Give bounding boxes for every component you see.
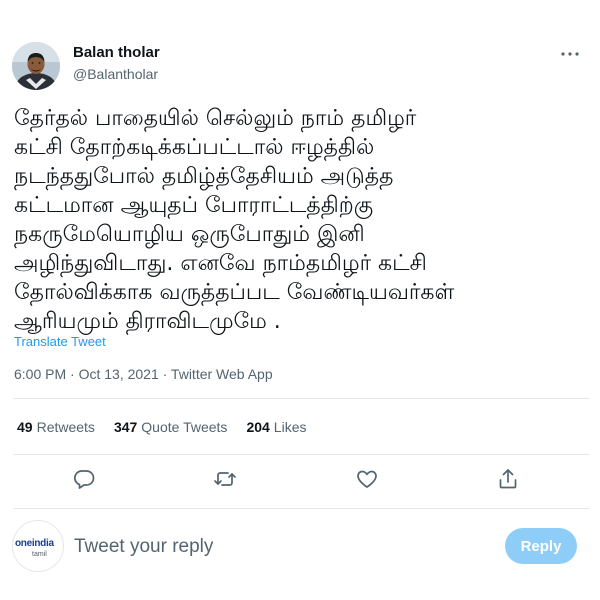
- avatar-logo-subtext: tamil: [32, 551, 47, 558]
- retweets-label: Retweets: [36, 419, 95, 435]
- retweets-stat[interactable]: 49 Retweets: [17, 419, 95, 435]
- reply-input[interactable]: [74, 534, 474, 560]
- divider: [14, 508, 590, 509]
- reply-icon[interactable]: [72, 467, 96, 491]
- divider: [14, 398, 590, 399]
- current-user-avatar[interactable]: oneindia tamil: [12, 520, 64, 572]
- quote-tweets-count: 347: [113, 419, 138, 435]
- translate-tweet-link[interactable]: Translate Tweet: [14, 334, 106, 349]
- quote-tweets-label: Quote Tweets: [141, 419, 228, 435]
- more-options-icon[interactable]: [558, 44, 582, 64]
- retweet-icon[interactable]: [213, 467, 237, 491]
- likes-stat[interactable]: 204 Likes: [246, 419, 306, 435]
- author-avatar[interactable]: [12, 42, 60, 90]
- tweet-timestamp[interactable]: 6:00 PM · Oct 13, 2021 · Twitter Web App: [14, 366, 273, 382]
- likes-count: 204: [246, 419, 270, 435]
- tweet-detail: Balan tholar @Balantholar தேர்தல் பாதையி…: [0, 0, 600, 600]
- quote-tweets-stat[interactable]: 347 Quote Tweets: [114, 419, 228, 435]
- divider: [14, 454, 590, 455]
- retweets-count: 49: [17, 419, 33, 435]
- likes-label: Likes: [273, 419, 307, 435]
- tweet-text: தேர்தல் பாதையில் செல்லும் நாம் தமிழர் கட…: [14, 106, 455, 334]
- tweet-actions: [0, 467, 600, 493]
- author-avatar-image: [12, 42, 60, 90]
- engagement-stats: 49 Retweets 347 Quote Tweets 204 Likes: [17, 419, 325, 435]
- reply-button[interactable]: Reply: [505, 528, 577, 564]
- avatar-logo-text: oneindia: [15, 538, 54, 549]
- author-name[interactable]: Balan tholar: [73, 44, 160, 61]
- like-icon[interactable]: [355, 467, 379, 491]
- author-handle[interactable]: @Balantholar: [73, 66, 158, 82]
- share-icon[interactable]: [496, 467, 520, 491]
